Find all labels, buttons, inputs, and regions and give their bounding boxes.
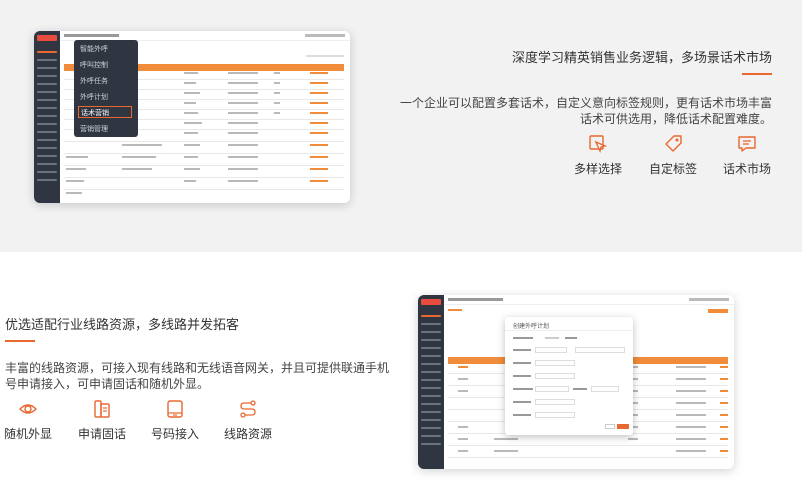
- feature-label: 线路资源: [223, 427, 272, 441]
- screenshot-popup-menu: 智能外呼 呼叫控制 外呼任务 外呼计划 话术营销 营销管理: [74, 40, 138, 137]
- popup-item: 智能外呼: [80, 45, 108, 53]
- screenshot-dialog: 创建外呼计划: [505, 317, 633, 435]
- section1-description: 一个企业可以配置多套话术，自定义意向标签规则，更有话术市场丰富话术可供选用，降低…: [399, 96, 772, 126]
- cursor-click-icon: [589, 135, 608, 154]
- section1-accent-bar: [742, 73, 772, 75]
- screenshot-sidebar: [418, 295, 444, 469]
- feature-custom-tag: 自定标签: [640, 134, 706, 177]
- feature-script-market: 话术市场: [714, 134, 780, 177]
- feature-label: 号码接入: [150, 427, 199, 441]
- feature-number-access: 号码接入: [147, 399, 203, 442]
- route-icon: [240, 400, 256, 418]
- popup-item-selected: 话术营销: [78, 106, 132, 118]
- feature-multi-choice: 多样选择: [565, 134, 631, 177]
- feature-label: 自定标签: [648, 162, 697, 176]
- feature-label: 话术市场: [722, 162, 771, 176]
- screenshot-topbar: [444, 295, 734, 305]
- popup-item: 营销管理: [80, 125, 108, 133]
- eye-icon: [19, 404, 37, 414]
- section2-description: 丰富的线路资源，可接入现有线路和无线语音网关，并且可提供联通手机号申请接入，可申…: [5, 361, 390, 391]
- section1-title: 深度学习精英销售业务逻辑，多场景话术市场: [512, 51, 773, 66]
- feature-label: 申请固话: [77, 427, 126, 441]
- section-line-resources: 优选适配行业线路资源，多线路并发拓客 丰富的线路资源，可接入现有线路和无线语音网…: [0, 252, 802, 485]
- popup-item: 外呼任务: [80, 77, 108, 85]
- popup-item: 外呼计划: [80, 93, 108, 101]
- tag-icon: [665, 135, 682, 152]
- popup-item: 呼叫控制: [80, 61, 108, 69]
- section2-accent-bar: [5, 340, 35, 342]
- feature-line-resources: 线路资源: [220, 399, 276, 442]
- feature-apply-landline: 申请固话: [74, 399, 130, 442]
- section-script-market: 智能外呼 呼叫控制 外呼任务 外呼计划 话术营销 营销管理 深度学习精英销售业务…: [0, 0, 802, 252]
- screenshot-sidebar: [34, 31, 60, 203]
- feature-label: 随机外显: [3, 427, 52, 441]
- feature-label: 多样选择: [573, 162, 622, 176]
- section2-title: 优选适配行业线路资源，多线路并发拓客: [5, 318, 240, 333]
- desk-phone-icon: [94, 400, 110, 418]
- dialog-title: 创建外呼计划: [513, 323, 550, 330]
- chat-bubble-icon: [738, 136, 756, 152]
- mobile-phone-icon: [167, 400, 183, 418]
- app-screenshot-dialog: 创建外呼计划: [418, 295, 734, 469]
- feature-random-display: 随机外显: [0, 399, 56, 442]
